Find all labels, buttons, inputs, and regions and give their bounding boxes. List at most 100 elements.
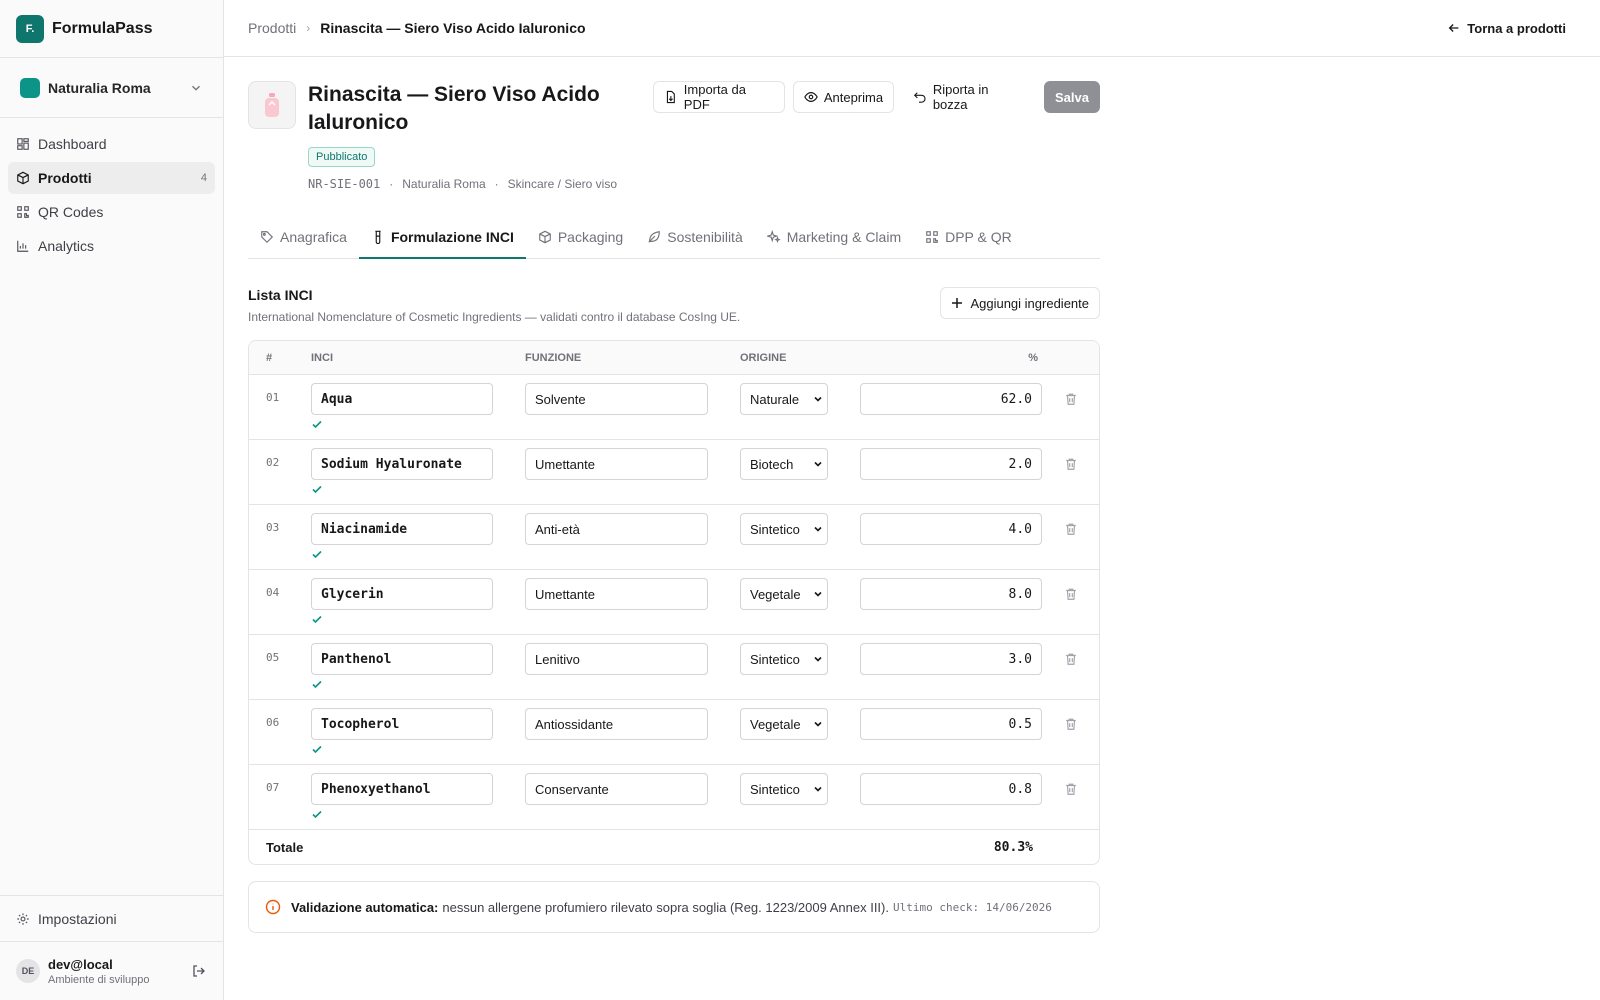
check-icon [312,745,322,754]
origin-value: Sintetico [750,521,800,537]
sidebar-item-analytics[interactable]: Analytics [8,230,215,262]
preview-label: Anteprima [823,89,884,105]
inci-input[interactable]: Phenoxyethanol [311,773,493,805]
tab-label: Marketing & Claim [786,229,902,245]
trash-icon[interactable] [1064,587,1078,601]
table-row: 02 Sodium Hyaluronate Umettante Biotech 2.0 [249,440,1099,505]
nav-count-badge: 4 [200,172,207,184]
table-row: 01 Aqua Solvente Naturale 62.0 [249,375,1099,440]
import-pdf-label: Importa da PDF [683,82,746,112]
origin-select[interactable]: Vegetale [740,708,828,740]
sidebar-item-qr-codes[interactable]: QR Codes [8,196,215,228]
percent-input[interactable]: 0.5 [860,708,1042,740]
tab-label: Formulazione INCI [390,229,514,245]
origin-select[interactable]: Vegetale [740,578,828,610]
tab-label: DPP & QR [945,229,1012,245]
package-icon [539,230,551,244]
dashboard-icon [17,138,29,150]
app-logo: F. [16,14,44,43]
preview-button[interactable]: Anteprima [792,81,895,113]
inci-input[interactable]: Tocopherol [311,708,493,740]
page-title: Rinascita — Siero Viso Acido Ialuronico [308,83,600,134]
col-function: FUNZIONE [525,351,582,364]
tab-dpp-qr[interactable]: DPP & QR [913,217,1024,259]
chevron-down-icon [192,85,200,91]
leaf-icon [648,231,661,243]
product-header: Rinascita — Siero Viso Acido Ialuronico … [248,81,1100,191]
tab-sostenibilita[interactable]: Sostenibilità [635,217,755,259]
trash-icon[interactable] [1064,782,1078,796]
tab-packaging[interactable]: Packaging [526,217,635,259]
status-badge: Pubblicato [308,147,376,167]
avatar: DE [16,959,40,983]
inci-input[interactable]: Glycerin [311,578,493,610]
breadcrumb-parent[interactable]: Prodotti [248,20,296,36]
tab-marketing-claim[interactable]: Marketing & Claim [755,217,913,259]
check-icon [312,485,322,494]
tab-formulazione-inci[interactable]: Formulazione INCI [358,217,526,259]
row-number: 04 [266,586,280,599]
function-input[interactable]: Lenitivo [525,643,708,675]
gear-icon [17,912,29,925]
percent-input[interactable]: 0.8 [860,773,1042,805]
inci-input[interactable]: Niacinamide [311,513,493,545]
logout-icon[interactable] [191,963,207,979]
file-pdf-icon [666,90,675,104]
function-input[interactable]: Anti-età [525,513,708,545]
breadcrumb: Prodotti › Rinascita — Siero Viso Acido … [248,20,1447,36]
percent-input[interactable]: 8.0 [860,578,1042,610]
tab-anagrafica[interactable]: Anagrafica [248,217,359,259]
function-input[interactable]: Umettante [525,448,708,480]
check-icon [312,420,322,429]
trash-icon[interactable] [1064,457,1078,471]
origin-select[interactable]: Biotech [740,448,828,480]
tab-label: Anagrafica [280,229,347,245]
percent-input[interactable]: 4.0 [860,513,1042,545]
origin-select[interactable]: Sintetico [740,773,828,805]
sidebar-item-dashboard[interactable]: Dashboard [8,128,215,160]
bottle-icon [265,93,279,117]
brand[interactable]: F. FormulaPass [0,0,223,58]
origin-select[interactable]: Sintetico [740,513,828,545]
qr-icon [926,231,938,243]
check-icon [312,810,322,819]
inci-input[interactable]: Aqua [311,383,493,415]
inci-input[interactable]: Panthenol [311,643,493,675]
percent-input[interactable]: 62.0 [860,383,1042,415]
table-row: 06 Tocopherol Antiossidante Vegetale 0.5 [249,700,1099,765]
table-row: 04 Glycerin Umettante Vegetale 8.0 [249,570,1099,635]
origin-select[interactable]: Sintetico [740,643,828,675]
check-icon [312,550,322,559]
function-input[interactable]: Solvente [525,383,708,415]
trash-icon[interactable] [1064,522,1078,536]
row-number: 06 [266,716,280,729]
sidebar-item-prodotti[interactable]: Prodotti 4 [8,162,215,194]
trash-icon[interactable] [1064,717,1078,731]
function-input[interactable]: Conservante [525,773,708,805]
validation-alert: Validazione automatica: nessun allergene… [248,881,1100,933]
function-input[interactable]: Antiossidante [525,708,708,740]
save-button[interactable]: Salva [1044,81,1100,113]
row-number: 07 [266,781,280,794]
percent-input[interactable]: 3.0 [860,643,1042,675]
trash-icon[interactable] [1064,392,1078,406]
inci-input[interactable]: Sodium Hyaluronate [311,448,493,480]
table-body: 01 Aqua Solvente Naturale 62.0 02 Sodium Hyalu… [249,375,1099,830]
org-switcher[interactable]: Naturalia Roma [0,58,223,118]
inci-section-header: Lista INCI International Nomenclature of… [248,287,1100,324]
tab-label: Sostenibilità [667,229,743,245]
validation-label: Validazione automatica: [291,899,439,915]
revert-to-draft-button[interactable]: Riporta in bozza [902,81,1037,113]
percent-input[interactable]: 2.0 [860,448,1042,480]
sidebar-item-settings[interactable]: Impostazioni [0,896,223,942]
check-icon [312,615,322,624]
tag-icon [261,231,274,244]
origin-select[interactable]: Naturale [740,383,828,415]
function-input[interactable]: Umettante [525,578,708,610]
add-ingredient-button[interactable]: Aggiungi ingrediente [940,287,1100,319]
import-pdf-button[interactable]: Importa da PDF [653,81,785,113]
product-thumbnail [248,81,296,129]
back-to-products-button[interactable]: Torna a prodotti [1447,21,1576,36]
trash-icon[interactable] [1064,652,1078,666]
user-panel: DE dev@local Ambiente di sviluppo [0,942,223,1000]
